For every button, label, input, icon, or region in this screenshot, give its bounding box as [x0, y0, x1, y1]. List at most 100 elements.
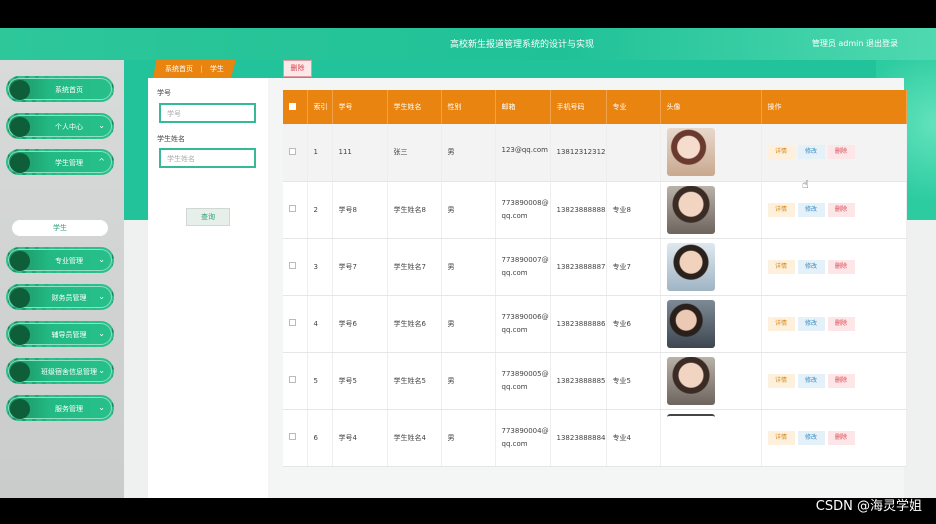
sidebar-item-label: 班级宿舍信息管理: [41, 368, 97, 376]
sidebar-item-counselors[interactable]: 辅导员管理 ⌄: [6, 321, 114, 347]
cell-phone: 13823888887: [550, 238, 607, 296]
delete-button[interactable]: 删除: [827, 373, 855, 388]
cell-index: 6: [307, 409, 333, 467]
checkbox[interactable]: [289, 319, 296, 326]
cell-student-no: 学号5: [332, 352, 388, 410]
edit-button[interactable]: 修改: [797, 316, 825, 331]
edit-button[interactable]: 修改: [797, 259, 825, 274]
cell-actions: 详情 修改 删除: [761, 181, 907, 239]
sidebar-item-profile[interactable]: 个人中心 ⌄: [6, 113, 114, 139]
edit-button[interactable]: 修改: [797, 430, 825, 445]
student-no-input[interactable]: 学号: [159, 103, 256, 123]
row-checkbox-cell[interactable]: [283, 295, 308, 353]
cell-index: 3: [307, 238, 333, 296]
table-row: 5 学号5 学生姓名5 男 773890005@ qq.com 13823888885 专业5…: [283, 352, 907, 410]
row-checkbox-cell[interactable]: [283, 124, 308, 182]
detail-button[interactable]: 详情: [767, 145, 795, 160]
checkbox[interactable]: [289, 147, 296, 155]
detail-button[interactable]: 详情: [767, 373, 795, 388]
edit-button[interactable]: 修改: [797, 202, 825, 217]
detail-button[interactable]: 详情: [767, 202, 795, 217]
avatar: [666, 413, 715, 462]
avatar: [666, 128, 715, 177]
checkbox[interactable]: [289, 262, 296, 269]
cell-name: 学生姓名4: [387, 409, 442, 467]
row-checkbox-cell[interactable]: [283, 238, 308, 296]
sidebar-item-finance[interactable]: 财务员管理 ⌄: [6, 284, 114, 310]
cell-index: 4: [307, 295, 333, 353]
breadcrumb-home[interactable]: 系统首页: [165, 65, 193, 73]
cell-avatar: [660, 181, 762, 239]
breadcrumb-current: 学生: [209, 65, 224, 73]
col-avatar: 头像: [660, 90, 762, 124]
detail-button[interactable]: 详情: [767, 430, 795, 445]
cell-major: 专业8: [606, 181, 661, 239]
cell-index: 2: [307, 181, 333, 239]
row-checkbox-cell[interactable]: [283, 352, 308, 410]
delete-button[interactable]: 删除: [827, 145, 855, 160]
student-name-input[interactable]: 学生姓名: [159, 148, 256, 168]
menu-dot-icon: [10, 399, 30, 419]
cell-email: 123@qq.com: [495, 124, 551, 182]
sidebar-item-students[interactable]: 学生管理 ^: [6, 149, 114, 175]
cell-index: 1: [307, 124, 333, 182]
edit-button[interactable]: 修改: [797, 373, 825, 388]
student-no-label: 学号: [157, 89, 171, 97]
cell-sex: 男: [441, 238, 496, 296]
table-row: 4 学号6 学生姓名6 男 773890006@ qq.com 13823888886 专业6…: [283, 295, 907, 353]
col-name: 学生姓名: [387, 90, 442, 124]
sidebar-subitem-student[interactable]: 学生: [12, 220, 108, 236]
col-sex: 性别: [441, 90, 496, 124]
cell-student-no: 学号7: [332, 238, 388, 296]
table-row: 3 学号7 学生姓名7 男 773890007@ qq.com 13823888887 专业7…: [283, 238, 907, 296]
batch-delete-button[interactable]: 删除: [283, 60, 312, 77]
sidebar-item-label: 辅导员管理: [51, 331, 87, 339]
cell-sex: 男: [441, 409, 496, 467]
edit-button[interactable]: 修改: [797, 145, 825, 160]
menu-dot-icon: [10, 251, 30, 271]
cell-avatar: [660, 409, 762, 467]
cell-actions: 详情 修改 删除: [761, 352, 907, 410]
admin-logout-link[interactable]: 管理员 admin 退出登录: [812, 38, 898, 49]
detail-button[interactable]: 详情: [767, 259, 795, 274]
sidebar: 系统首页 个人中心 ⌄ 学生管理 ^ 学生 专业管理 ⌄ 财务员管理 ⌄ 辅导员管理 ⌄ …: [0, 60, 124, 498]
sidebar-item-majors[interactable]: 专业管理 ⌄: [6, 247, 114, 273]
col-index: 索引: [307, 90, 333, 124]
row-checkbox-cell[interactable]: [283, 409, 308, 467]
sidebar-item-services[interactable]: 服务管理 ⌄: [6, 395, 114, 421]
delete-button[interactable]: 删除: [827, 259, 855, 274]
select-all-header[interactable]: [283, 90, 308, 124]
checkbox[interactable]: [289, 102, 296, 110]
delete-button[interactable]: 删除: [827, 316, 855, 331]
row-checkbox-cell[interactable]: [283, 181, 308, 239]
table-row: 2 学号8 学生姓名8 男 773890008@ qq.com 13823888888 专业8…: [283, 181, 907, 239]
checkbox[interactable]: [289, 376, 296, 383]
col-phone: 手机号码: [550, 90, 607, 124]
cell-student-no: 学号8: [332, 181, 388, 239]
cell-student-no: 学号6: [332, 295, 388, 353]
email-line-1: 773890007@: [501, 256, 549, 264]
menu-dot-icon: [10, 288, 30, 308]
menu-dot-icon: [10, 80, 30, 100]
search-button[interactable]: 查询: [186, 208, 230, 226]
col-actions: 操作: [761, 90, 907, 124]
checkbox[interactable]: [289, 433, 296, 440]
hand-cursor-icon: ☝: [802, 178, 809, 191]
col-major: 专业: [606, 90, 661, 124]
cell-name: 学生姓名6: [387, 295, 442, 353]
detail-button[interactable]: 详情: [767, 316, 795, 331]
checkbox[interactable]: [289, 205, 296, 212]
cell-major: 专业5: [606, 352, 661, 410]
delete-button[interactable]: 删除: [827, 202, 855, 217]
chevron-down-icon: ⌄: [98, 121, 105, 130]
table-row: 6 学号4 学生姓名4 男 773890004@ qq.com 13823888884 专业4…: [283, 409, 907, 467]
sidebar-item-dorms[interactable]: 班级宿舍信息管理 ⌄: [6, 358, 114, 384]
avatar: [666, 356, 715, 405]
email-line-1: 123@qq.com: [501, 145, 548, 154]
delete-button[interactable]: 删除: [827, 430, 855, 445]
sidebar-item-home[interactable]: 系统首页: [6, 76, 114, 102]
cell-index: 5: [307, 352, 333, 410]
cell-name: 学生姓名5: [387, 352, 442, 410]
menu-dot-icon: [10, 325, 30, 345]
cell-actions: 详情 修改 删除: [761, 295, 907, 353]
